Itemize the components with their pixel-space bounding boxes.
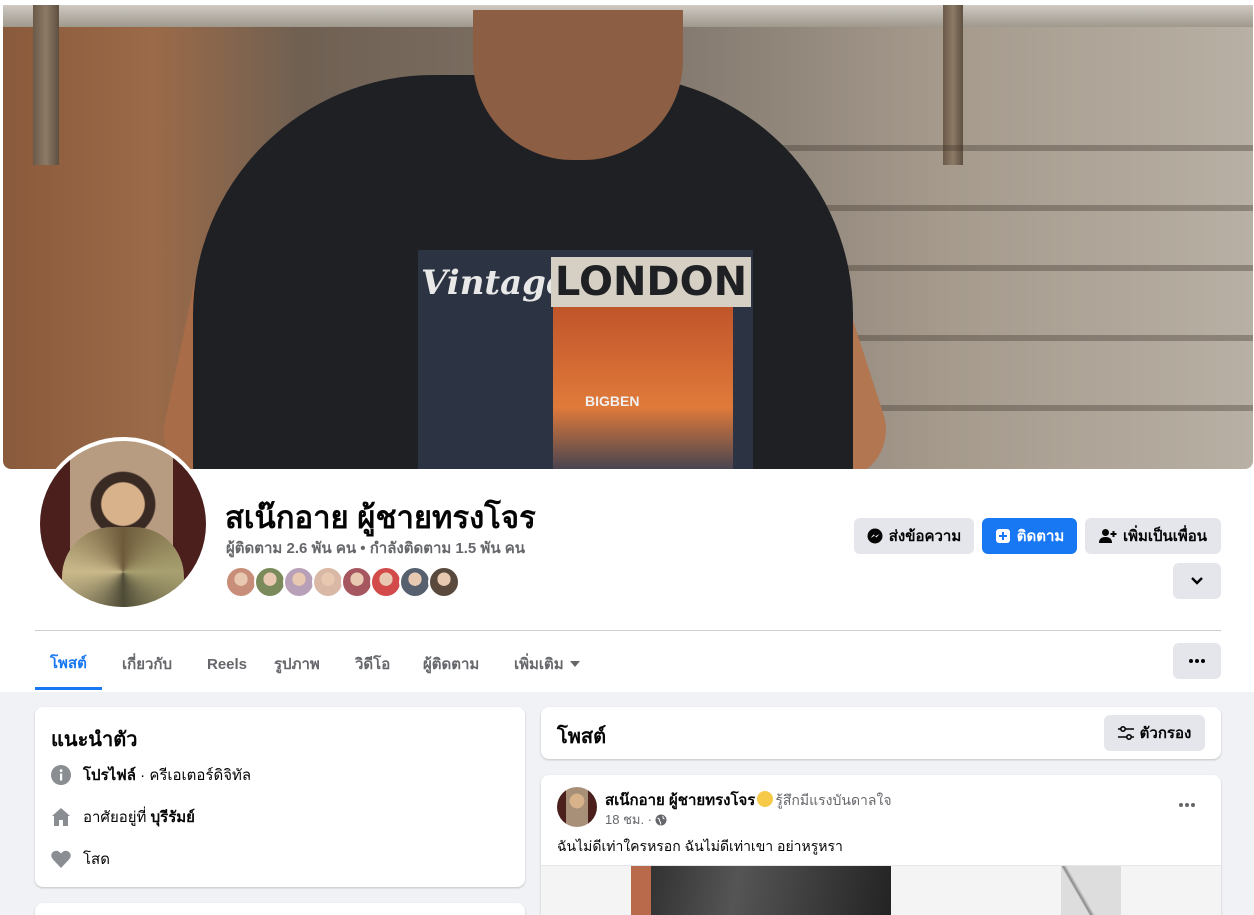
intro-card: แนะนำตัว โปรไฟล์ · ครีเอเตอร์ดิจิทัล อาศ… bbox=[35, 707, 525, 887]
post-options-button[interactable] bbox=[1171, 789, 1203, 821]
post-image[interactable] bbox=[541, 865, 1221, 915]
info-icon bbox=[51, 765, 71, 785]
cover-shirt-text: Vintage bbox=[421, 263, 568, 303]
post-author-avatar[interactable] bbox=[557, 787, 597, 827]
follow-button[interactable]: ติดตาม bbox=[982, 518, 1077, 554]
profile-avatar[interactable] bbox=[36, 437, 210, 611]
tab-posts[interactable]: โพสต์ bbox=[35, 638, 102, 690]
heart-icon bbox=[51, 849, 71, 869]
tab-label: Reels bbox=[207, 655, 248, 673]
cover-post bbox=[943, 5, 963, 165]
post-author-name[interactable]: สเน๊กอาย ผู้ชายทรงโจร bbox=[605, 792, 755, 809]
tab-about[interactable]: เกี่ยวกับ bbox=[107, 638, 187, 690]
intro-relationship-row: โสด bbox=[51, 847, 110, 871]
tab-followers[interactable]: ผู้ติดตาม bbox=[408, 638, 494, 690]
posts-title: โพสต์ bbox=[557, 726, 607, 748]
intro-location-city[interactable]: บุรีรัมย์ bbox=[151, 809, 195, 826]
add-friend-label: เพิ่มเป็นเพื่อน bbox=[1122, 528, 1208, 545]
filter-icon bbox=[1117, 726, 1134, 740]
cover-slat bbox=[723, 145, 1253, 151]
profile-more-button[interactable] bbox=[1173, 563, 1221, 599]
friend-avatar[interactable] bbox=[399, 566, 431, 598]
follow-button-label: ติดตาม bbox=[1016, 528, 1065, 545]
friend-avatar[interactable] bbox=[283, 566, 315, 598]
tab-label: ผู้ติดตาม bbox=[423, 656, 480, 673]
cover-shirt-sunset bbox=[553, 305, 733, 469]
intro-relationship: โสด bbox=[83, 851, 110, 868]
friend-avatar[interactable] bbox=[225, 566, 257, 598]
tab-label: รูปภาพ bbox=[274, 656, 320, 673]
messenger-icon bbox=[867, 528, 883, 544]
tab-more[interactable]: เพิ่มเติม bbox=[499, 638, 595, 690]
header-divider bbox=[35, 630, 1221, 631]
posts-header-card: โพสต์ ตัวกรอง bbox=[541, 707, 1221, 759]
intro-profile-label: โปรไฟล์ bbox=[83, 767, 136, 784]
chevron-down-icon bbox=[1190, 576, 1204, 586]
filter-button[interactable]: ตัวกรอง bbox=[1104, 715, 1205, 751]
tabs-more-options-button[interactable] bbox=[1173, 643, 1221, 679]
avatar-shirt bbox=[62, 527, 184, 607]
tab-videos[interactable]: วิดีโอ bbox=[340, 638, 405, 690]
message-button[interactable]: ส่งข้อความ bbox=[854, 518, 974, 554]
add-friend-button[interactable]: เพิ่มเป็นเพื่อน bbox=[1085, 518, 1221, 554]
friend-avatar[interactable] bbox=[254, 566, 286, 598]
friend-avatar[interactable] bbox=[428, 566, 460, 598]
post-image-content bbox=[1061, 866, 1121, 915]
second-left-card bbox=[35, 903, 525, 915]
cover-photo[interactable]: Vintage LONDON BIGBEN bbox=[3, 5, 1253, 469]
caret-down-icon bbox=[569, 661, 580, 667]
cover-shirt-text: LONDON bbox=[551, 257, 751, 307]
tab-label: โพสต์ bbox=[50, 654, 87, 672]
post-image-content bbox=[631, 866, 891, 915]
tab-label: เพิ่มเติม bbox=[514, 656, 564, 673]
friend-avatar[interactable] bbox=[341, 566, 373, 598]
profile-stats[interactable]: ผู้ติดตาม 2.6 พัน คน • กำลังติดตาม 1.5 พ… bbox=[226, 536, 525, 560]
tab-photos[interactable]: รูปภาพ bbox=[259, 638, 335, 690]
tab-label: เกี่ยวกับ bbox=[122, 656, 173, 673]
post-time[interactable]: 18 ชม. · bbox=[605, 809, 652, 830]
home-icon bbox=[51, 807, 71, 827]
profile-header: Vintage LONDON BIGBEN สเน๊กอาย ผู้ชายทรง… bbox=[0, 0, 1254, 692]
post-image-content bbox=[631, 866, 651, 915]
more-dots-icon bbox=[1179, 803, 1195, 807]
add-friend-icon bbox=[1098, 528, 1117, 544]
profile-name: สเน๊กอาย ผู้ชายทรงโจร bbox=[225, 500, 536, 535]
post-meta: 18 ชม. · bbox=[605, 809, 667, 830]
message-button-label: ส่งข้อความ bbox=[888, 528, 962, 545]
avatar bbox=[40, 441, 206, 607]
feeling-emoji-icon bbox=[757, 791, 774, 807]
intro-location-prefix: อาศัยอยู่ที่ bbox=[83, 809, 151, 826]
cover-post bbox=[33, 5, 59, 165]
mutual-friend-avatars bbox=[225, 566, 460, 598]
feed-post: สเน๊กอาย ผู้ชายทรงโจร รู้สึกมีแรงบันดาลใจ… bbox=[541, 775, 1221, 915]
follow-icon bbox=[995, 528, 1011, 544]
cover-shirt-text: BIGBEN bbox=[585, 393, 640, 409]
post-feeling: รู้สึกมีแรงบันดาลใจ bbox=[775, 792, 892, 808]
more-dots-icon bbox=[1189, 659, 1205, 663]
tab-label: วิดีโอ bbox=[355, 656, 391, 673]
friend-avatar[interactable] bbox=[370, 566, 402, 598]
intro-profile-value: · ครีเอเตอร์ดิจิทัล bbox=[136, 767, 252, 784]
friend-avatar[interactable] bbox=[312, 566, 344, 598]
post-text: ฉันไม่ดีเท่าใครหรอก ฉันไม่ดีเท่าเขา อย่า… bbox=[557, 838, 843, 854]
globe-icon bbox=[655, 814, 667, 826]
intro-title: แนะนำตัว bbox=[51, 729, 138, 751]
intro-location-row: อาศัยอยู่ที่ บุรีรัมย์ bbox=[51, 805, 195, 829]
tab-reels[interactable]: Reels bbox=[192, 638, 262, 690]
intro-profile-row: โปรไฟล์ · ครีเอเตอร์ดิจิทัล bbox=[51, 763, 251, 787]
filter-label: ตัวกรอง bbox=[1139, 725, 1192, 742]
